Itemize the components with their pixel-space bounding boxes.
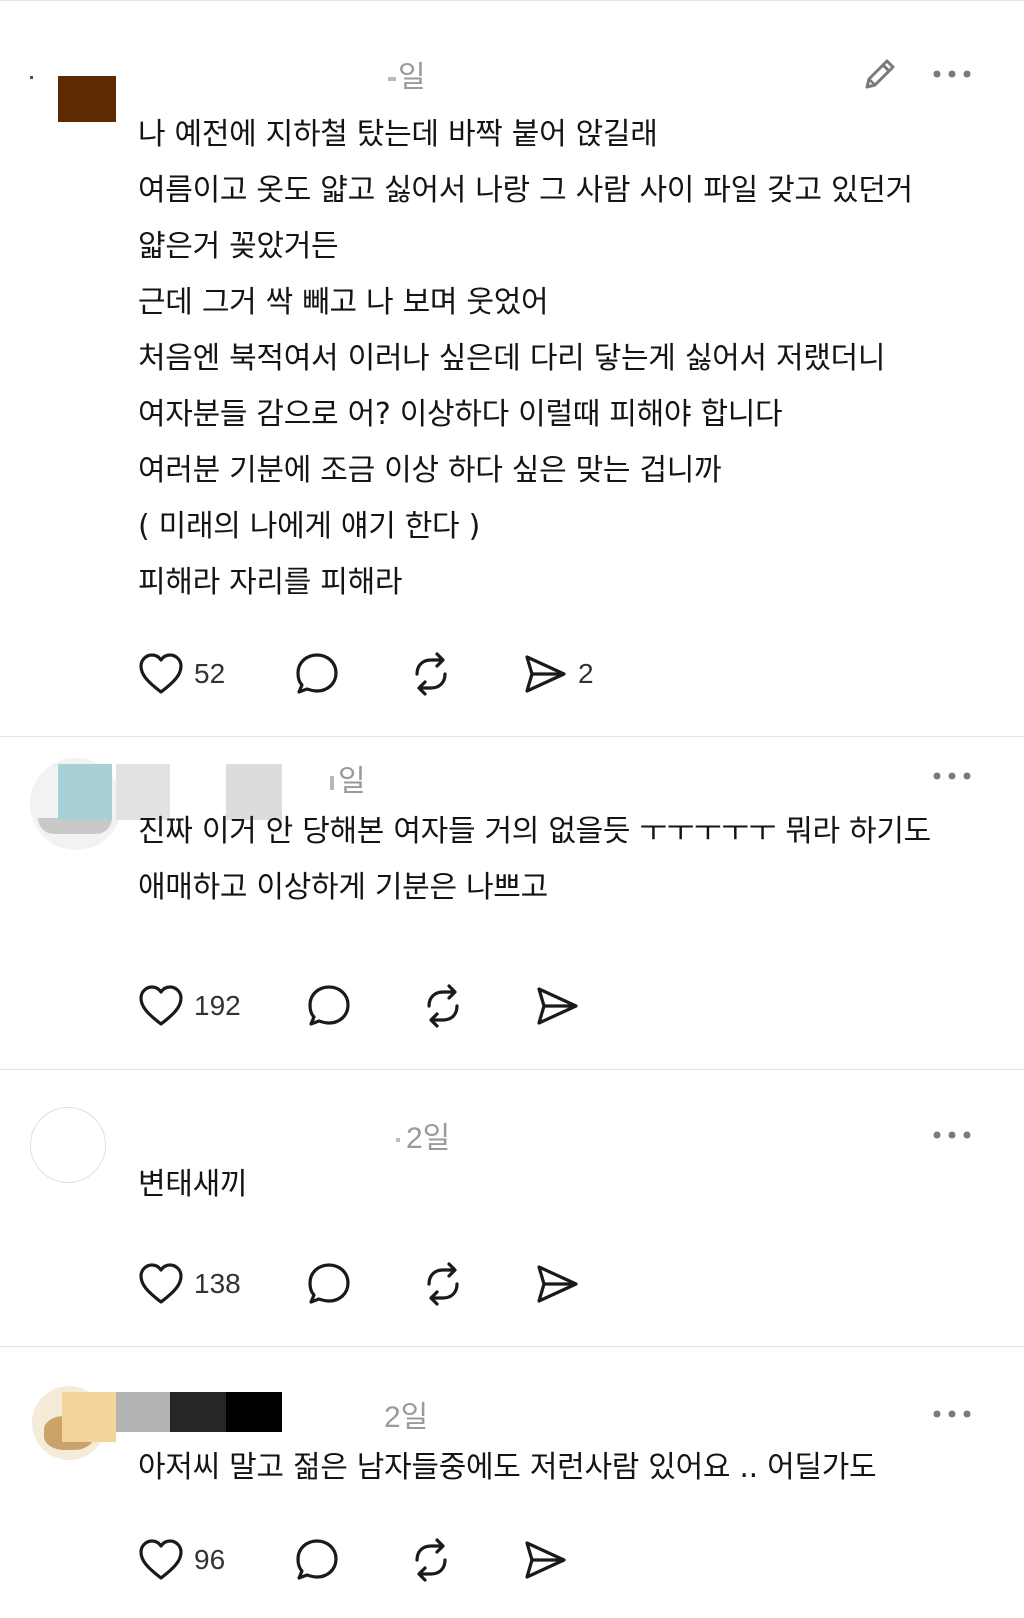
post-1: 일 나 예전에 지하철 탔는데 바짝 붙어 앉길래 여름이고 옷도 얇고 싫어서… [0,0,1024,737]
post-body: 변태새끼 [138,1167,248,1202]
send-icon [534,1261,580,1307]
username-redacted [58,764,112,820]
more-dots-icon[interactable] [932,1125,972,1145]
avatar[interactable] [30,1107,106,1183]
action-bar: 96 [138,1536,618,1584]
repost-icon [420,983,466,1029]
heart-icon [138,652,184,696]
like-button[interactable]: 192 [138,982,241,1030]
post-body: 나 예전에 지하철 탔는데 바짝 붙어 앉길래 여름이고 옷도 얇고 싫어서 나… [138,117,913,600]
heart-icon [138,984,184,1028]
repost-button[interactable] [420,1260,466,1308]
action-bar: 192 [138,982,618,1030]
reply-button[interactable] [294,650,340,698]
share-button[interactable] [534,982,580,1030]
timestamp-redacted-prefix [330,776,334,791]
repost-button[interactable] [408,1536,454,1584]
repost-button[interactable] [420,982,466,1030]
username-redacted [116,1392,170,1432]
post-timestamp: 2일 [396,1113,450,1157]
post-body: 아저씨 말고 젊은 남자들중에도 저런사람 있어요 .. 어딜가도 [138,1450,877,1485]
send-icon [522,1537,568,1583]
more-dots-icon[interactable] [932,1404,972,1424]
like-button[interactable]: 138 [138,1260,241,1308]
action-bar: 138 [138,1260,618,1308]
repost-icon [420,1261,466,1307]
share-count: 2 [578,658,594,689]
post-2: 일 진짜 이거 안 당해본 여자들 거의 없을듯 ㅜㅜㅜㅜㅜ 뭐라 하기도 애매… [0,736,1024,1070]
post-3: 2일 변태새끼 138 [0,1069,1024,1347]
reply-button[interactable] [306,1260,352,1308]
heart-icon [138,1262,184,1306]
comment-bubble-icon [306,983,352,1029]
post-timestamp: 일 [388,52,426,96]
like-count: 192 [194,990,241,1021]
like-count: 96 [194,1544,226,1575]
like-button[interactable]: 96 [138,1536,225,1584]
send-icon [534,983,580,1029]
share-button[interactable] [522,1536,568,1584]
post-timestamp: 2일 [384,1401,429,1434]
share-button[interactable] [534,1260,580,1308]
share-button[interactable]: 2 [522,650,594,698]
repost-icon [408,1537,454,1583]
like-count: 52 [194,658,226,689]
comment-bubble-icon [306,1261,352,1307]
repost-icon [408,651,454,697]
like-count: 138 [194,1268,241,1299]
post-body: 진짜 이거 안 당해본 여자들 거의 없을듯 ㅜㅜㅜㅜㅜ 뭐라 하기도 애매하고… [138,814,931,905]
reply-button[interactable] [294,1536,340,1584]
username-redacted [226,1392,282,1432]
send-icon [522,651,568,697]
heart-icon [138,1538,184,1582]
more-dots-icon[interactable] [932,64,972,84]
timestamp-redacted-prefix [388,77,396,82]
post-4: 2일 아저씨 말고 젊은 남자들중에도 저런사람 있어요 .. 어딜가도 96 [0,1346,1024,1618]
repost-button[interactable] [408,650,454,698]
more-dots-icon[interactable] [932,766,972,786]
like-button[interactable]: 52 [138,650,225,698]
comment-bubble-icon [294,1537,340,1583]
reply-button[interactable] [306,982,352,1030]
timestamp-redacted-prefix [396,1138,400,1143]
username-redacted [62,1392,116,1442]
pencil-icon[interactable] [858,52,902,96]
comment-bubble-icon [294,651,340,697]
action-bar: 52 2 [138,650,618,698]
post-timestamp: 일 [330,756,366,800]
avatar[interactable] [30,72,120,128]
username-redacted [170,1392,226,1432]
